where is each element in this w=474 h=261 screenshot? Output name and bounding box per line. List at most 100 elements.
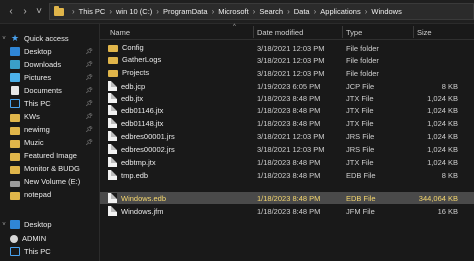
folder-icon [108,56,118,64]
column-header-name[interactable]: Name [110,28,130,37]
chevron-right-icon[interactable]: › [72,7,75,16]
breadcrumb-programdata[interactable]: ProgramData [163,7,208,16]
sidebar-item-this-pc[interactable]: This PC 📌︎ [0,97,99,110]
file-icon [108,93,117,103]
table-row[interactable]: Config 3/18/2021 12:03 PM File folder [100,42,474,54]
file-size: 1,024 KB [427,119,458,128]
chevron-down-icon[interactable]: ˅ [0,222,8,228]
file-size: 1,024 KB [427,158,458,167]
chevron-down-icon[interactable]: ˅ [0,36,8,42]
column-header-size[interactable]: Size [417,28,432,37]
pin-icon[interactable]: 📌︎ [85,139,93,146]
table-row[interactable]: edb01146.jtx 1/18/2023 8:48 PM JTX File … [100,104,474,116]
sidebar-item-kws[interactable]: KWs 📌︎ [0,110,99,123]
table-row[interactable]: edbtmp.jtx 1/18/2023 8:48 PM JTX File 1,… [100,156,474,168]
file-date: 3/18/2021 12:03 PM [257,145,325,154]
sidebar-item-admin[interactable]: ADMIN [0,232,99,245]
chevron-right-icon[interactable]: › [212,7,215,16]
pin-icon[interactable]: 📌︎ [85,100,93,107]
file-date: 1/18/2023 8:48 PM [257,106,321,115]
sidebar-item-desktop[interactable]: Desktop 📌︎ [0,45,99,58]
folder-icon [54,5,64,16]
pin-icon[interactable]: 📌︎ [85,113,93,120]
sidebar-item-quick-access[interactable]: ˅ ★ Quick access [0,32,99,45]
file-date: 1/18/2023 8:48 PM [257,207,321,216]
sidebar-item-pictures[interactable]: Pictures 📌︎ [0,71,99,84]
pin-icon[interactable]: 📌︎ [85,126,93,133]
pin-icon[interactable]: 📌︎ [85,48,93,55]
file-type: JTX File [346,158,374,167]
chevron-right-icon[interactable]: › [156,7,159,16]
file-icon [108,105,117,115]
table-row[interactable]: Windows.jfm 1/18/2023 8:48 PM JFM File 1… [100,205,474,217]
chevron-right-icon[interactable]: › [287,7,290,16]
file-type: JTX File [346,106,374,115]
sidebar-item-desktop-root[interactable]: ˅ Desktop [0,218,99,231]
folder-icon [10,113,20,122]
table-row[interactable]: tmp.edb 1/18/2023 8:48 PM EDB File 8 KB [100,169,474,181]
sidebar-item-featured-image[interactable]: Featured Image [0,149,99,162]
folder-icon [108,44,118,52]
sidebar-item-label: This PC [24,247,51,256]
sidebar-item-new-volume[interactable]: New Volume (E:) [0,175,99,188]
table-row[interactable]: edbres00001.jrs 3/18/2021 12:03 PM JRS F… [100,130,474,142]
file-type: EDB File [346,171,376,180]
breadcrumb-windows[interactable]: Windows [371,7,401,16]
column-header-type[interactable]: Type [346,28,362,37]
sidebar-item-label: New Volume (E:) [24,177,81,186]
column-divider[interactable] [413,26,414,38]
folder-icon [10,152,20,161]
sidebar-item-muzic[interactable]: Muzic 📌︎ [0,136,99,149]
back-arrow-icon[interactable]: ‹ [6,6,16,18]
chevron-right-icon[interactable]: › [365,7,368,16]
file-size: 1,024 KB [427,106,458,115]
sidebar-item-this-pc-root[interactable]: This PC [0,245,99,258]
file-icon [108,131,117,141]
file-date: 1/18/2023 8:48 PM [257,194,321,203]
file-date: 3/18/2021 12:03 PM [257,132,325,141]
chevron-right-icon[interactable]: › [314,7,317,16]
file-type: JCP File [346,82,375,91]
sidebar-item-label: Muzic [24,138,44,147]
table-row[interactable]: GatherLogs 3/18/2021 12:03 PM File folde… [100,54,474,66]
column-header-date[interactable]: Date modified [257,28,303,37]
chevron-right-icon[interactable]: › [253,7,256,16]
pin-icon[interactable]: 📌︎ [85,87,93,94]
file-icon [108,170,117,180]
file-type: JTX File [346,94,374,103]
breadcrumb-search[interactable]: Search [259,7,283,16]
forward-arrow-icon[interactable]: › [20,6,30,18]
table-row[interactable]: edb.jtx 1/18/2023 8:48 PM JTX File 1,024… [100,92,474,104]
breadcrumb-applications[interactable]: Applications [320,7,360,16]
breadcrumb-data[interactable]: Data [294,7,310,16]
file-name: edb01148.jtx [121,118,164,128]
breadcrumb-drive[interactable]: win 10 (C:) [116,7,152,16]
sidebar-item-downloads[interactable]: Downloads 📌︎ [0,58,99,71]
column-divider[interactable] [253,26,254,38]
sidebar-item-documents[interactable]: Documents 📌︎ [0,84,99,97]
pin-icon[interactable]: 📌︎ [85,61,93,68]
table-row[interactable]: edbres00002.jrs 3/18/2021 12:03 PM JRS F… [100,143,474,155]
table-row[interactable]: edb.jcp 1/19/2023 6:05 PM JCP File 8 KB [100,80,474,92]
breadcrumb-microsoft[interactable]: Microsoft [218,7,248,16]
chevron-right-icon[interactable]: › [109,7,112,16]
file-name: Windows.jfm [121,206,164,216]
table-row[interactable]: edb01148.jtx 1/18/2023 8:48 PM JTX File … [100,117,474,129]
file-date: 3/18/2021 12:03 PM [257,69,325,78]
sidebar-item-newimg[interactable]: newimg 📌︎ [0,123,99,136]
address-bar[interactable]: › This PC › win 10 (C:) › ProgramData › … [49,3,474,20]
file-icon [108,206,117,216]
sidebar-item-notepad[interactable]: notepad [0,188,99,201]
file-list: ^ Name Date modified Type Size Config 3/… [100,24,474,261]
table-row[interactable]: Projects 3/18/2021 12:03 PM File folder [100,67,474,79]
column-divider[interactable] [342,26,343,38]
file-type: File folder [346,69,379,78]
sidebar-item-label: Pictures [24,73,52,82]
pin-icon[interactable]: 📌︎ [85,74,93,81]
table-row-selected[interactable]: Windows.edb 1/18/2023 8:48 PM EDB File 3… [100,192,474,204]
sidebar-item-monitor-budg[interactable]: Monitor & BUDG [0,162,99,175]
file-size: 1,024 KB [427,145,458,154]
breadcrumb-this-pc[interactable]: This PC [79,7,106,16]
file-icon [108,144,117,154]
recent-locations-icon[interactable]: ˅ [34,6,44,18]
